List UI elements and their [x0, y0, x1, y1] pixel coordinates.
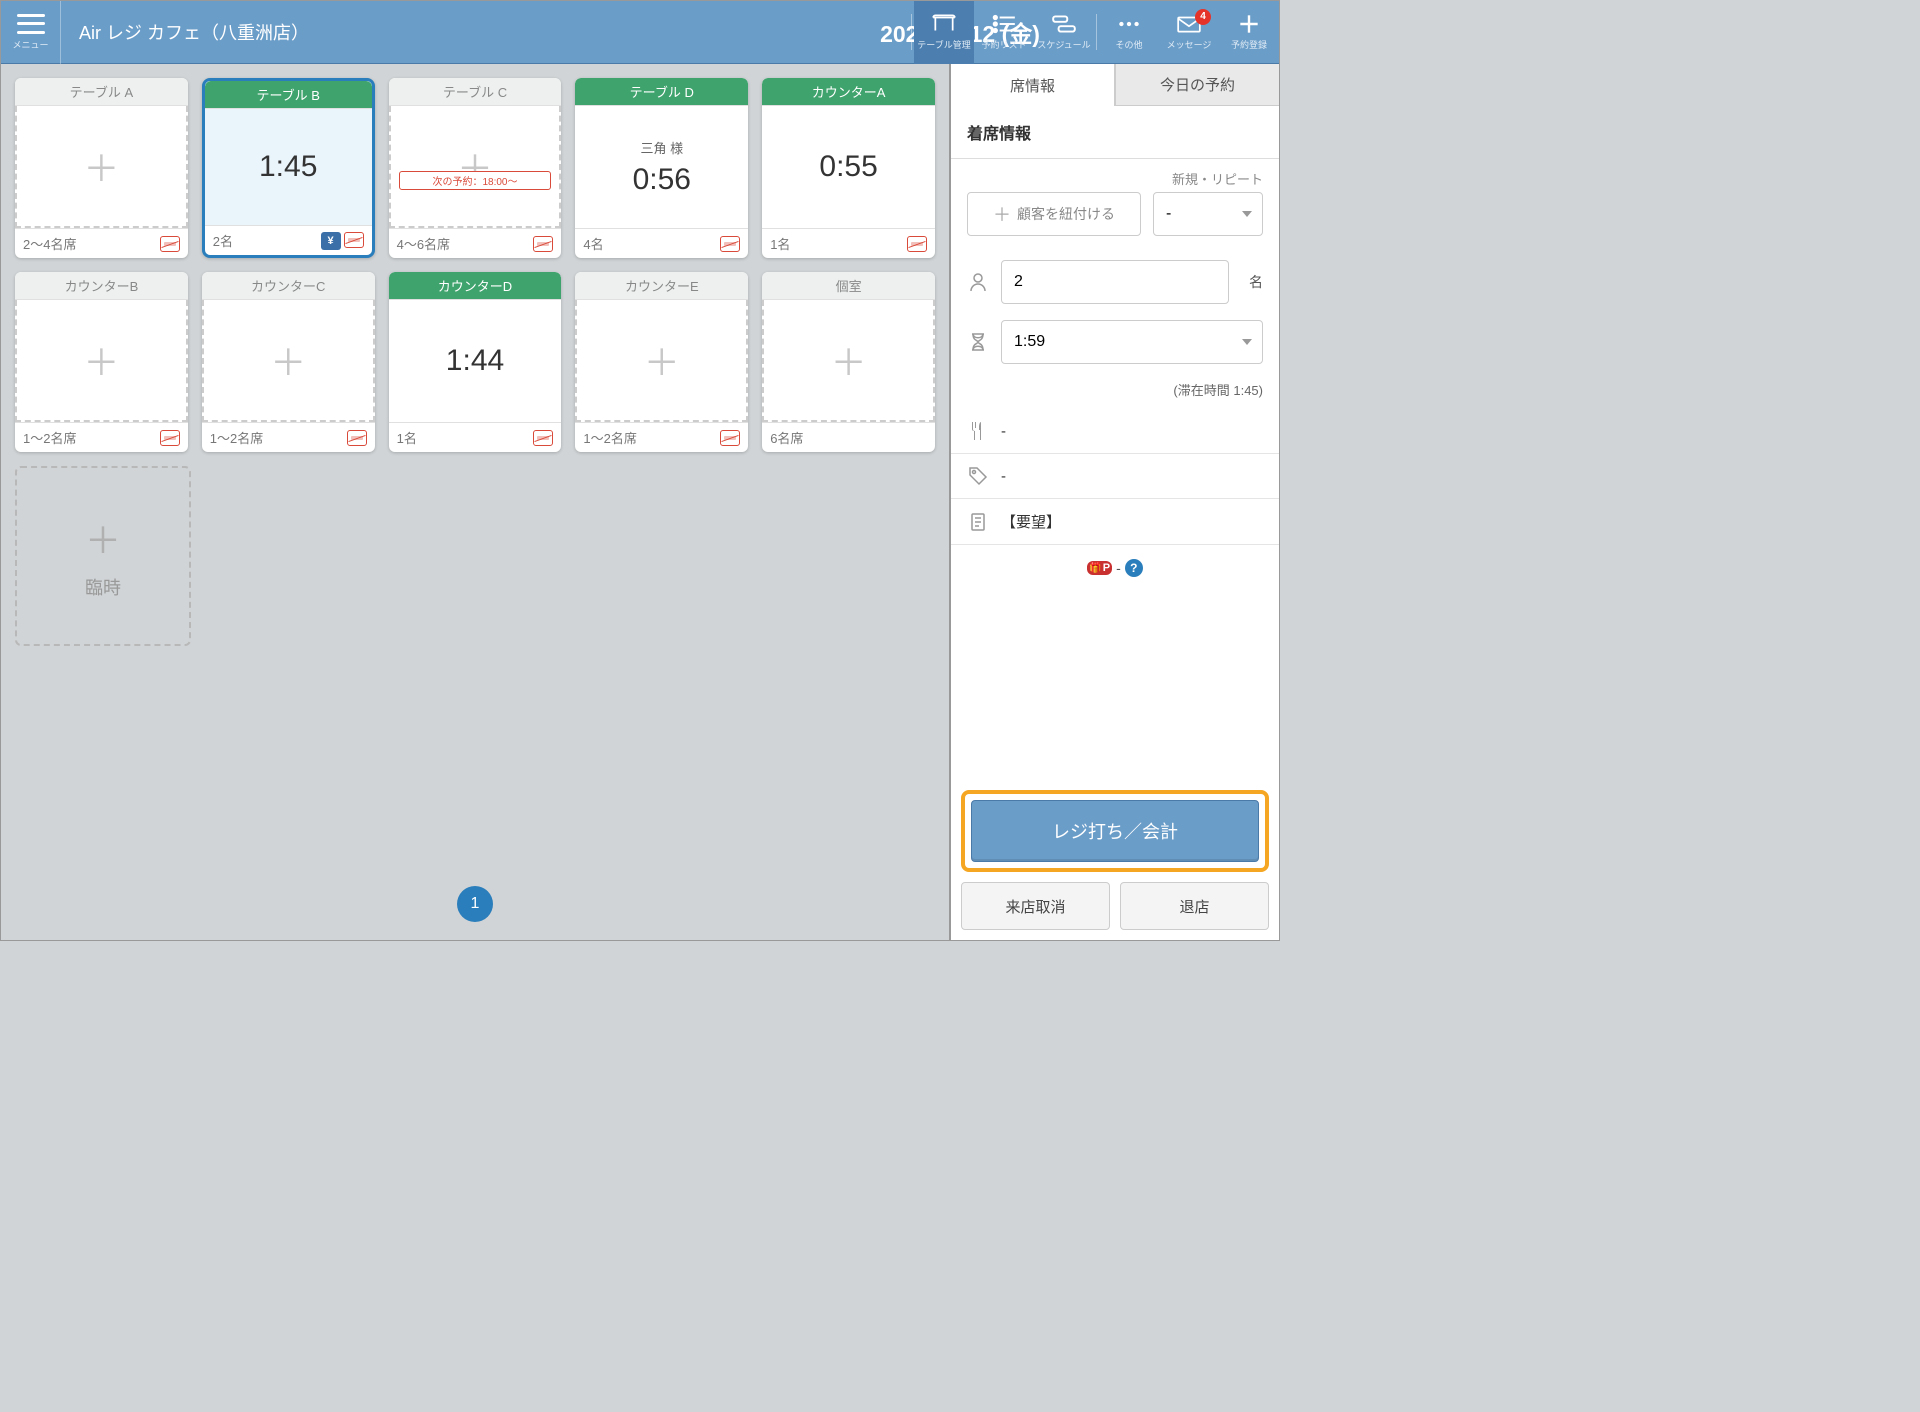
repeat-select[interactable]: -: [1153, 192, 1263, 236]
stay-time-note: (滞在時間 1:45): [951, 376, 1279, 409]
table-card[interactable]: テーブル C＋次の予約：18:00～4～6名席: [389, 78, 562, 258]
cutlery-icon: [967, 421, 989, 441]
leave-button[interactable]: 退店: [1120, 882, 1269, 930]
message-badge: 4: [1195, 9, 1211, 25]
plus-icon: ＋: [83, 140, 119, 192]
table-timer: 1:45: [259, 150, 317, 184]
table-card[interactable]: カウンターB ＋ 1～2名席: [15, 272, 188, 452]
nav-messages[interactable]: 4 メッセージ: [1159, 1, 1219, 64]
table-name: カウンターE: [575, 272, 748, 300]
list-icon: [991, 13, 1017, 35]
table-name: テーブル A: [15, 78, 188, 106]
table-name: テーブル D: [575, 78, 748, 106]
nav-schedule[interactable]: スケジュール: [1034, 1, 1094, 64]
table-capacity: 1名: [397, 428, 417, 447]
no-smoking-icon: [907, 236, 927, 252]
tab-seat-info[interactable]: 席情報: [951, 64, 1115, 106]
no-smoking-icon: [347, 430, 367, 446]
table-name: 個室: [762, 272, 935, 300]
table-name: カウンターC: [202, 272, 375, 300]
plus-icon: ＋: [644, 334, 680, 386]
schedule-icon: [1051, 13, 1077, 35]
course-value: -: [1001, 423, 1006, 440]
table-card[interactable]: テーブル B 1:45 2名 ¥: [202, 78, 375, 258]
yen-badge-icon: ¥: [321, 232, 341, 250]
table-card[interactable]: カウンターD 1:44 1名: [389, 272, 562, 452]
table-name: テーブル C: [389, 78, 562, 106]
table-timer: 0:56: [633, 163, 691, 197]
guests-input[interactable]: [1001, 260, 1229, 304]
guest-name: 三角 様: [640, 138, 683, 157]
table-name: カウンターB: [15, 272, 188, 300]
nav-table-manage[interactable]: テーブル管理: [914, 1, 974, 64]
table-card[interactable]: カウンターC ＋ 1～2名席: [202, 272, 375, 452]
plus-icon: ＋: [270, 334, 306, 386]
no-smoking-icon: [160, 236, 180, 252]
next-reservation: 次の予約：18:00～: [399, 171, 552, 190]
link-customer-button[interactable]: ＋顧客を紐付ける: [967, 192, 1141, 236]
table-capacity: 2～4名席: [23, 234, 76, 253]
plus-icon: [1236, 13, 1262, 35]
table-name: テーブル B: [205, 81, 372, 109]
table-card[interactable]: カウンターA 0:55 1名: [762, 78, 935, 258]
note-icon: [967, 512, 989, 532]
no-smoking-icon: [720, 236, 740, 252]
help-icon[interactable]: ?: [1125, 559, 1143, 577]
plus-icon: ＋: [85, 512, 121, 564]
cancel-visit-button[interactable]: 来店取消: [961, 882, 1110, 930]
table-name: カウンターA: [762, 78, 935, 106]
hamburger-icon: [17, 14, 45, 34]
table-name: カウンターD: [389, 272, 562, 300]
nav-add-reservation[interactable]: 予約登録: [1219, 1, 1279, 64]
table-capacity: 2名: [213, 231, 233, 250]
checkout-highlight: レジ打ち／会計: [961, 790, 1269, 872]
table-capacity: 1～2名席: [583, 428, 636, 447]
nav-reservation-list[interactable]: 予約リスト: [974, 1, 1034, 64]
plus-icon: ＋: [83, 334, 119, 386]
table-card[interactable]: 個室 ＋ 6名席: [762, 272, 935, 452]
table-capacity: 1～2名席: [23, 428, 76, 447]
table-capacity: 6名席: [770, 428, 803, 447]
table-timer: 0:55: [819, 150, 877, 184]
tag-value: -: [1001, 468, 1006, 485]
tag-icon: [967, 466, 989, 486]
pager-current[interactable]: 1: [457, 886, 493, 922]
no-smoking-icon: [720, 430, 740, 446]
table-card[interactable]: テーブル A ＋ 2～4名席: [15, 78, 188, 258]
person-icon: [967, 272, 989, 292]
hourglass-icon: [967, 332, 989, 352]
menu-label: メニュー: [12, 38, 48, 51]
request-label: 【要望】: [1001, 511, 1061, 532]
table-capacity: 4～6名席: [397, 234, 450, 253]
menu-button[interactable]: メニュー: [1, 1, 61, 64]
no-smoking-icon: [160, 430, 180, 446]
table-card[interactable]: カウンターE ＋ 1～2名席: [575, 272, 748, 452]
points-value: -: [1116, 560, 1121, 576]
points-badge-icon: P: [1087, 561, 1112, 575]
section-seating-info: 着席情報: [951, 106, 1279, 159]
table-icon: [931, 13, 957, 35]
table-timer: 1:44: [446, 344, 504, 378]
nav-other[interactable]: その他: [1099, 1, 1159, 64]
time-select[interactable]: 1:59: [1001, 320, 1263, 364]
repeat-label: 新規・リピート: [951, 169, 1279, 192]
no-smoking-icon: [344, 232, 364, 248]
table-card[interactable]: テーブル D 三角 様 0:56 4名: [575, 78, 748, 258]
table-capacity: 1名: [770, 234, 790, 253]
table-capacity: 1～2名席: [210, 428, 263, 447]
no-smoking-icon: [533, 430, 553, 446]
table-capacity: 4名: [583, 234, 603, 253]
add-temp-table[interactable]: ＋ 臨時: [15, 466, 191, 646]
dots-icon: [1116, 13, 1142, 35]
tab-today-reservations[interactable]: 今日の予約: [1115, 64, 1279, 106]
no-smoking-icon: [533, 236, 553, 252]
checkout-button[interactable]: レジ打ち／会計: [971, 800, 1259, 862]
store-name: Air レジ カフェ（八重洲店）: [79, 19, 309, 45]
plus-icon: ＋: [831, 334, 867, 386]
